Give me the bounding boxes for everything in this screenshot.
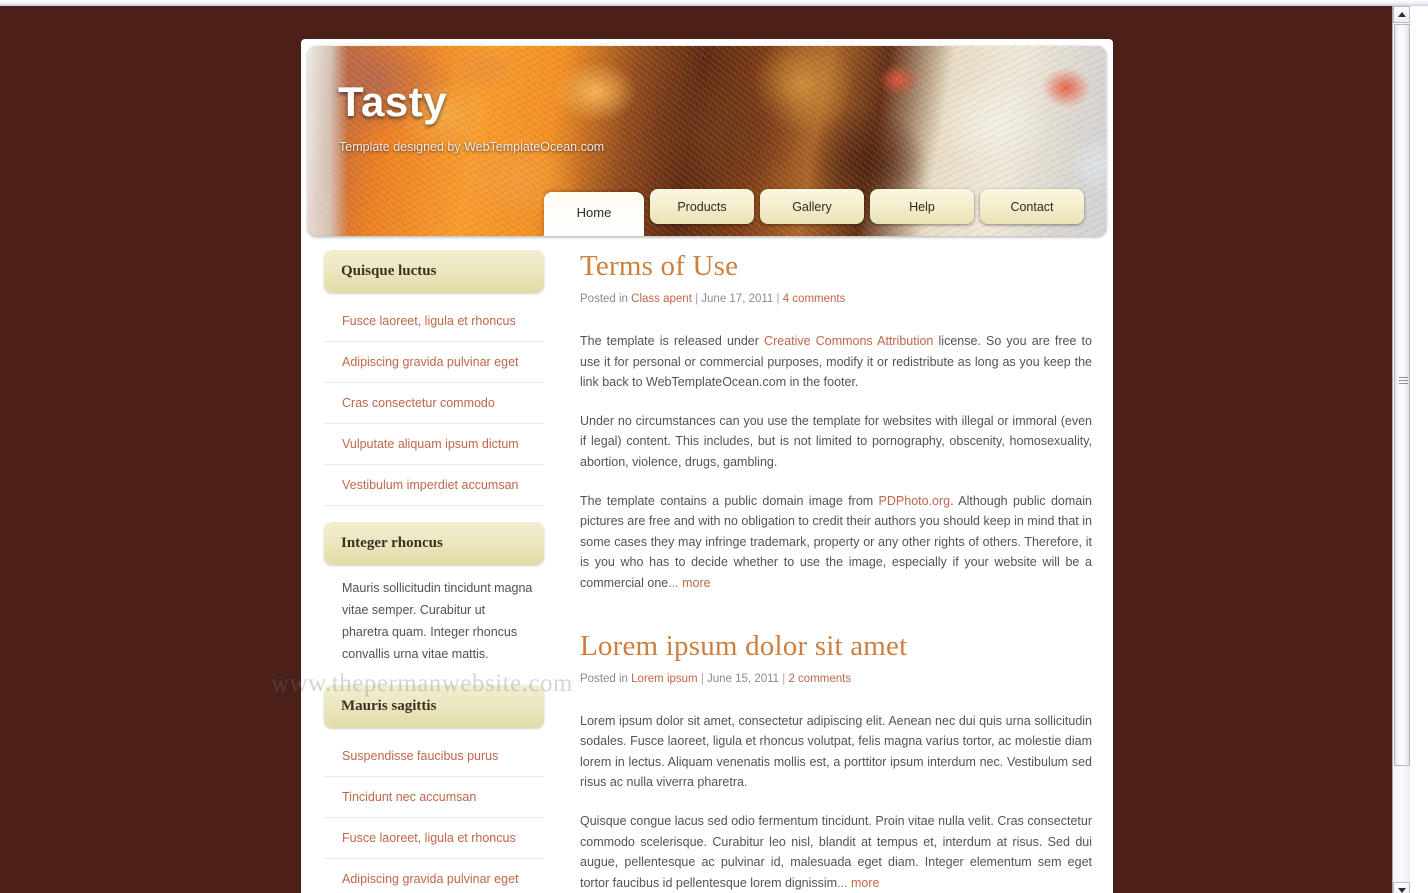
- article-title: Terms of Use: [580, 250, 739, 282]
- sidebar-link[interactable]: Adipiscing gravida pulvinar eget: [342, 872, 519, 886]
- nav-tab-home[interactable]: Home: [544, 192, 644, 236]
- meta-separator: |: [697, 672, 708, 685]
- list-item: Adipiscing gravida pulvinar eget: [324, 342, 544, 383]
- article-comments-link[interactable]: 2 comments: [788, 673, 851, 685]
- sidebar-widget: Integer rhoncus Mauris sollicitudin tinci…: [324, 522, 544, 669]
- inline-link[interactable]: PDPhoto.org: [879, 494, 951, 508]
- list-item: Vulputate aliquam ipsum dictum: [324, 424, 544, 465]
- meta-separator: |: [773, 293, 783, 305]
- read-more-link[interactable]: ... more: [837, 876, 879, 890]
- nav-tab-help[interactable]: Help: [870, 189, 974, 224]
- site-tagline: Template designed by WebTemplateOcean.co…: [339, 140, 605, 154]
- site-header: Tasty Template designed by WebTemplateOc…: [308, 46, 1106, 236]
- paragraph-text: . Although public domain pictures are fr…: [580, 493, 1092, 590]
- article-paragraph: The template is released under Creative …: [580, 331, 1092, 393]
- widget-link-list: Fusce laoreet, ligula et rhoncus Adipisci…: [324, 301, 544, 506]
- chevron-down-icon: [1397, 888, 1406, 893]
- sidebar-link[interactable]: Adipiscing gravida pulvinar eget: [342, 355, 519, 369]
- main-column: www.thepermanwebsite.com Terms of Use Pos…: [271, 250, 1106, 893]
- sidebar-widget: Mauris sagittis Suspendisse faucibus puru…: [324, 685, 544, 893]
- scrollbar-grip-icon: [1399, 377, 1408, 385]
- widget-title: Mauris sagittis: [324, 685, 544, 728]
- article-date: June 17, 2011: [701, 293, 774, 305]
- article-comments-link[interactable]: 4 comments: [783, 293, 846, 305]
- browser-viewport: Tasty Template designed by WebTemplateOc…: [0, 6, 1410, 893]
- scroll-down-button[interactable]: [1393, 882, 1410, 893]
- sidebar-link[interactable]: Fusce laoreet, ligula et rhoncus: [342, 831, 516, 845]
- nav-tab-gallery[interactable]: Gallery: [760, 189, 864, 224]
- vertical-scrollbar[interactable]: [1392, 6, 1410, 893]
- article-paragraph: The template contains a public domain im…: [580, 491, 1092, 594]
- article-paragraph: Quisque congue lacus sed odio fermentum …: [580, 811, 1092, 893]
- article-paragraph: Lorem ipsum dolor sit amet, consectetur …: [580, 711, 1092, 793]
- article-paragraph: Under no circumstances can you use the t…: [580, 411, 1092, 473]
- list-item: Vestibulum imperdiet accumsan: [324, 465, 544, 506]
- sidebar: Quisque luctus Fusce laoreet, ligula et r…: [308, 250, 552, 893]
- widget-body-text: Mauris sollicitudin tincidunt magna vita…: [342, 581, 533, 661]
- read-more-link[interactable]: ... more: [668, 576, 710, 590]
- main-navigation: Home Products Gallery Help Contact: [544, 189, 1088, 236]
- sidebar-link[interactable]: Tincidunt nec accumsan: [342, 790, 476, 804]
- sidebar-link[interactable]: Vulputate aliquam ipsum dictum: [342, 437, 519, 451]
- list-item: Cras consectetur commodo: [324, 383, 544, 424]
- paragraph-text: The template is released under: [580, 334, 765, 348]
- nav-tab-products[interactable]: Products: [650, 189, 754, 224]
- inline-link[interactable]: Creative Commons Attribution: [764, 334, 933, 348]
- widget-title: Integer rhoncus: [324, 522, 544, 565]
- sidebar-link[interactable]: Cras consectetur commodo: [342, 396, 495, 410]
- chevron-up-icon: [1397, 12, 1406, 17]
- article-category-link[interactable]: Class apent: [631, 293, 692, 305]
- list-item: Suspendisse faucibus purus: [324, 736, 544, 777]
- list-item: Fusce laoreet, ligula et rhoncus: [324, 301, 544, 342]
- paragraph-text: Quisque congue lacus sed odio fermentum …: [580, 813, 1092, 890]
- meta-separator: |: [691, 293, 702, 305]
- article-date: June 15, 2011: [707, 672, 780, 685]
- sidebar-link[interactable]: Suspendisse faucibus purus: [342, 749, 498, 763]
- sidebar-widget: Quisque luctus Fusce laoreet, ligula et r…: [324, 250, 544, 506]
- article: Terms of Use Posted in Class apent | June…: [580, 250, 1092, 594]
- article-meta: Posted in Class apent | June 17, 2011 | …: [580, 293, 1092, 305]
- posted-in-label: Posted in: [580, 672, 628, 685]
- nav-tab-contact[interactable]: Contact: [980, 189, 1084, 224]
- list-item: Adipiscing gravida pulvinar eget: [324, 859, 544, 893]
- widget-link-list: Suspendisse faucibus purus Tincidunt nec …: [324, 736, 544, 893]
- article-meta: Posted in Lorem ipsum | June 15, 2011 | …: [580, 673, 1092, 685]
- article-title: Lorem ipsum dolor sit amet: [580, 629, 908, 662]
- article: Lorem ipsum dolor sit amet Posted in Lore…: [580, 630, 1092, 893]
- list-item: Fusce laoreet, ligula et rhoncus: [324, 818, 544, 859]
- sidebar-link[interactable]: Vestibulum imperdiet accumsan: [342, 478, 518, 492]
- scroll-up-button[interactable]: [1393, 6, 1410, 23]
- paragraph-text: Lorem ipsum dolor sit amet, consectetur …: [580, 713, 1092, 790]
- paragraph-text: The template contains a public domain im…: [580, 493, 879, 508]
- scrollbar-thumb[interactable]: [1394, 24, 1410, 766]
- paragraph-text: Under no circumstances can you use the t…: [580, 413, 1092, 469]
- widget-title: Quisque luctus: [324, 250, 544, 293]
- posted-in-label: Posted in: [580, 293, 628, 305]
- article-category-link[interactable]: Lorem ipsum: [631, 673, 697, 685]
- page-content: Quisque luctus Fusce laoreet, ligula et r…: [271, 236, 1113, 893]
- list-item: Tincidunt nec accumsan: [324, 777, 544, 818]
- sidebar-link[interactable]: Fusce laoreet, ligula et rhoncus: [342, 314, 516, 328]
- website-container: Tasty Template designed by WebTemplateOc…: [271, 39, 1113, 893]
- site-title: Tasty: [338, 78, 448, 125]
